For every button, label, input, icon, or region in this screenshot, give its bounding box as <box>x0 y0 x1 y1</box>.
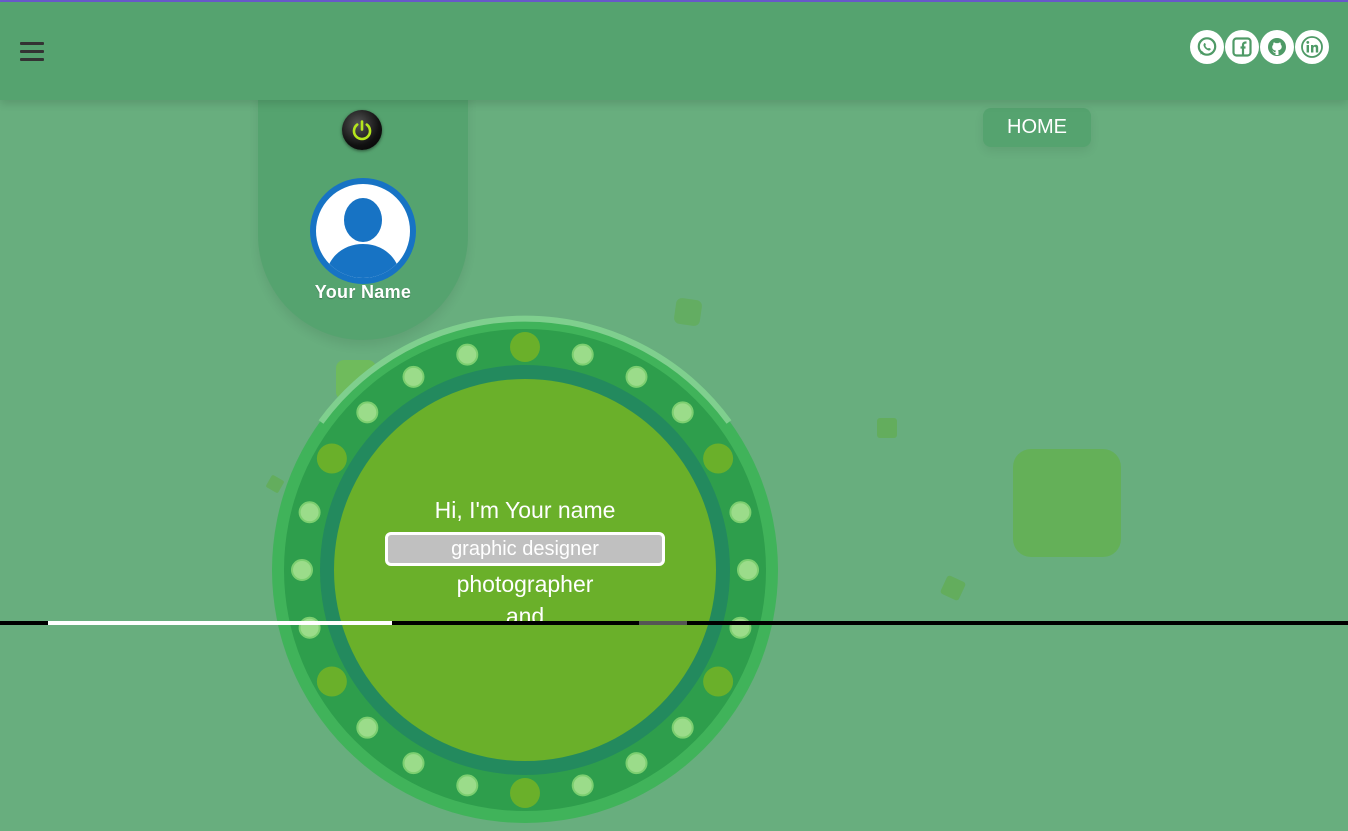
ring-dot <box>510 332 540 362</box>
ring-dot <box>737 559 759 581</box>
linkedin-icon[interactable] <box>1295 30 1329 64</box>
ring-dot <box>671 401 694 424</box>
ring-dot <box>402 365 425 388</box>
ring-dot <box>356 716 379 739</box>
navbar <box>0 2 1348 100</box>
scrollbar-thumb[interactable] <box>639 621 687 625</box>
ring-dot <box>402 752 425 775</box>
ring-dot <box>291 559 313 581</box>
role-text: and <box>505 603 545 629</box>
social-links <box>1189 30 1329 64</box>
github-icon[interactable] <box>1260 30 1294 64</box>
decorative-square <box>1013 449 1121 557</box>
ring-dot <box>625 752 648 775</box>
ring-dot <box>729 501 752 524</box>
role-text: photographer <box>456 571 594 597</box>
home-nav-button[interactable]: HOME <box>983 108 1091 147</box>
greeting-text: Hi, I'm Your name <box>434 497 616 523</box>
ring-dot <box>316 666 347 697</box>
ring-dot <box>703 443 734 474</box>
ring-dot <box>703 666 734 697</box>
ring-dot <box>456 774 479 797</box>
ring-dot <box>456 343 479 366</box>
ring-dot <box>571 774 594 797</box>
ring-dot <box>571 343 594 366</box>
power-icon[interactable] <box>342 110 382 150</box>
bottom-scrollbar[interactable] <box>0 621 1348 625</box>
decorative-square <box>939 574 967 602</box>
ring-dot <box>625 365 648 388</box>
hamburger-icon[interactable] <box>20 42 44 62</box>
ring-dot <box>316 443 347 474</box>
ring-dot <box>671 716 694 739</box>
profile-name: Your Name <box>314 282 412 302</box>
ring-dot <box>356 401 379 424</box>
typed-role-highlight: graphic designer <box>385 532 665 566</box>
ring-dot <box>510 778 540 808</box>
facebook-icon[interactable] <box>1225 30 1259 64</box>
user-avatar-icon <box>310 178 416 284</box>
whatsapp-icon[interactable] <box>1190 30 1224 64</box>
ring-dot <box>298 501 321 524</box>
hero-intro: Hi, I'm Your name graphic designer photo… <box>385 494 665 632</box>
profile-card: Your Name <box>258 60 468 340</box>
decorative-square <box>877 418 897 438</box>
scrollbar-segment <box>48 621 392 625</box>
